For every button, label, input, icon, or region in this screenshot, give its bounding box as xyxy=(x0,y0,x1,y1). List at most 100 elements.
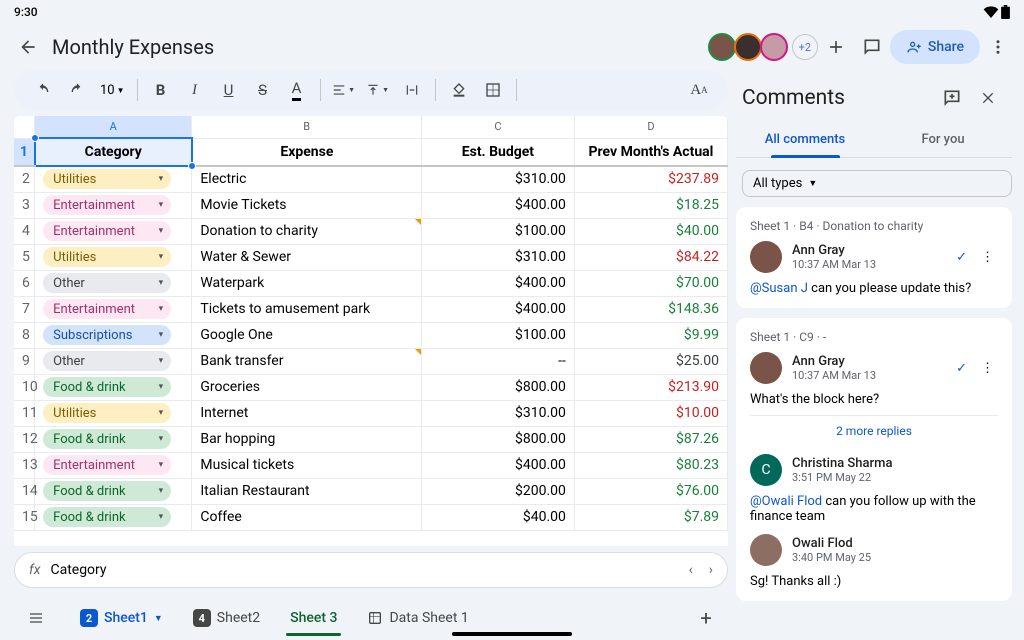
cell-budget[interactable]: $200.00 xyxy=(421,478,574,504)
category-chip[interactable]: Food & drink▾ xyxy=(43,377,171,397)
category-chip[interactable]: Entertainment▾ xyxy=(43,299,171,319)
table-row[interactable]: 14Food & drink▾Italian Restaurant$200.00… xyxy=(14,478,728,504)
text-color-button[interactable]: A xyxy=(282,75,312,105)
row-header[interactable]: 15 xyxy=(14,504,35,530)
table-row[interactable]: 12Food & drink▾Bar hopping$800.00$87.26 xyxy=(14,426,728,452)
cell-expense[interactable]: Internet xyxy=(192,400,422,426)
cell-expense[interactable]: Bank transfer xyxy=(192,348,422,374)
cell-expense[interactable]: Bar hopping xyxy=(192,426,422,452)
formula-value[interactable]: Category xyxy=(50,562,106,578)
cell-category[interactable]: Utilities▾ xyxy=(35,244,192,270)
cell-category[interactable]: Food & drink▾ xyxy=(35,426,192,452)
table-row[interactable]: 6Other▾Waterpark$400.00$70.00 xyxy=(14,270,728,296)
cell-budget[interactable]: $100.00 xyxy=(421,218,574,244)
cell-expense[interactable]: Google One xyxy=(192,322,422,348)
table-row[interactable]: 9Other▾Bank transfer--$25.00 xyxy=(14,348,728,374)
row-header[interactable]: 4 xyxy=(14,218,35,244)
back-button[interactable] xyxy=(8,27,48,67)
row-header[interactable]: 8 xyxy=(14,322,35,348)
cell-prev[interactable]: $10.00 xyxy=(574,400,727,426)
fill-color-button[interactable] xyxy=(444,75,474,105)
category-chip[interactable]: Other▾ xyxy=(43,351,171,371)
category-chip[interactable]: Entertainment▾ xyxy=(43,195,171,215)
cell-d1[interactable]: Prev Month's Actual xyxy=(574,138,727,166)
cell-expense[interactable]: Donation to charity xyxy=(192,218,422,244)
comments-button[interactable] xyxy=(854,29,890,65)
formula-bar[interactable]: fx Category ‹ › xyxy=(14,552,728,588)
redo-button[interactable] xyxy=(62,75,92,105)
cell-prev[interactable]: $148.36 xyxy=(574,296,727,322)
row-header[interactable]: 3 xyxy=(14,192,35,218)
spreadsheet-grid[interactable]: A B C D 1 Category Expense Est. Budget P… xyxy=(14,116,728,546)
cell-prev[interactable]: $80.23 xyxy=(574,452,727,478)
category-chip[interactable]: Subscriptions▾ xyxy=(43,325,171,345)
table-row[interactable]: 5Utilities▾Water & Sewer$310.00$84.22 xyxy=(14,244,728,270)
cell-budget[interactable]: $310.00 xyxy=(421,244,574,270)
strike-button[interactable]: S xyxy=(248,75,278,105)
cell-budget[interactable]: $310.00 xyxy=(421,400,574,426)
cell-category[interactable]: Other▾ xyxy=(35,348,192,374)
row-header[interactable]: 10 xyxy=(14,374,35,400)
avatar-3[interactable] xyxy=(760,33,788,61)
valign-button[interactable]: ▼ xyxy=(363,75,393,105)
cell-a1[interactable]: Category xyxy=(35,138,192,166)
row-header[interactable]: 6 xyxy=(14,270,35,296)
cell-budget[interactable]: -- xyxy=(421,348,574,374)
cell-expense[interactable]: Movie Tickets xyxy=(192,192,422,218)
table-row[interactable]: 4 Entertainment▾ Donation to charity$100.0… xyxy=(14,218,728,244)
tab-data-sheet[interactable]: Data Sheet 1 xyxy=(363,604,472,632)
cell-expense[interactable]: Italian Restaurant xyxy=(192,478,422,504)
row-header[interactable]: 12 xyxy=(14,426,35,452)
fx-prev[interactable]: ‹ xyxy=(689,562,693,578)
row-header[interactable]: 2 xyxy=(14,166,35,192)
cell-budget[interactable]: $400.00 xyxy=(421,296,574,322)
cell-prev[interactable]: $84.22 xyxy=(574,244,727,270)
cell-b1[interactable]: Expense xyxy=(192,138,422,166)
share-button[interactable]: Share xyxy=(890,30,980,64)
comment-card-1[interactable]: Sheet 1 · B4 · Donation to charity Ann G… xyxy=(736,207,1012,308)
col-d[interactable]: D xyxy=(574,116,727,138)
cell-c1[interactable]: Est. Budget xyxy=(421,138,574,166)
cell-expense[interactable]: Tickets to amusement park xyxy=(192,296,422,322)
cell-budget[interactable]: $800.00 xyxy=(421,426,574,452)
avatar-1[interactable] xyxy=(708,33,736,61)
new-comment-button[interactable] xyxy=(934,80,970,116)
cell-budget[interactable]: $100.00 xyxy=(421,322,574,348)
wrap-button[interactable] xyxy=(397,75,427,105)
cell-prev[interactable]: $40.00 xyxy=(574,218,727,244)
category-chip[interactable]: Utilities▾ xyxy=(43,247,171,267)
cell-prev[interactable]: $70.00 xyxy=(574,270,727,296)
bold-button[interactable]: B xyxy=(146,75,176,105)
cell-expense[interactable]: Waterpark xyxy=(192,270,422,296)
cell-category[interactable]: Subscriptions▾ xyxy=(35,322,192,348)
cell-category[interactable]: Food & drink▾ xyxy=(35,374,192,400)
cell-prev[interactable]: $213.90 xyxy=(574,374,727,400)
table-row[interactable]: 8Subscriptions▾Google One$100.00$9.99 xyxy=(14,322,728,348)
cell-budget[interactable]: $40.00 xyxy=(421,504,574,530)
italic-button[interactable]: I xyxy=(180,75,210,105)
cell-expense[interactable]: Electric xyxy=(192,166,422,192)
undo-button[interactable] xyxy=(28,75,58,105)
all-sheets-menu[interactable] xyxy=(18,610,54,626)
cell-prev[interactable]: $18.25 xyxy=(574,192,727,218)
avatar-2[interactable] xyxy=(734,33,762,61)
row-header[interactable]: 7 xyxy=(14,296,35,322)
doc-title[interactable]: Monthly Expenses xyxy=(52,35,214,59)
comment-marker-icon[interactable] xyxy=(415,349,421,355)
resolve-button[interactable]: ✓ xyxy=(956,361,967,376)
cell-category[interactable]: Utilities▾ xyxy=(35,166,192,192)
cell-category[interactable]: Other▾ xyxy=(35,270,192,296)
category-chip[interactable]: Food & drink▾ xyxy=(43,507,171,527)
col-a[interactable]: A xyxy=(35,116,192,138)
add-sheet-button[interactable]: + xyxy=(688,600,724,636)
row-header[interactable]: 13 xyxy=(14,452,35,478)
fx-next[interactable]: › xyxy=(709,562,713,578)
cell-category[interactable]: Utilities▾ xyxy=(35,400,192,426)
format-menu[interactable]: AA xyxy=(684,75,714,105)
cell-prev[interactable]: $7.89 xyxy=(574,504,727,530)
category-chip[interactable]: Entertainment▾ xyxy=(43,455,171,475)
tab-for-you[interactable]: For you xyxy=(874,122,1012,157)
table-row[interactable]: 13Entertainment▾Musical tickets$400.00$8… xyxy=(14,452,728,478)
category-chip[interactable]: Entertainment▾ xyxy=(43,221,171,241)
table-row[interactable]: 10Food & drink▾Groceries$800.00$213.90 xyxy=(14,374,728,400)
